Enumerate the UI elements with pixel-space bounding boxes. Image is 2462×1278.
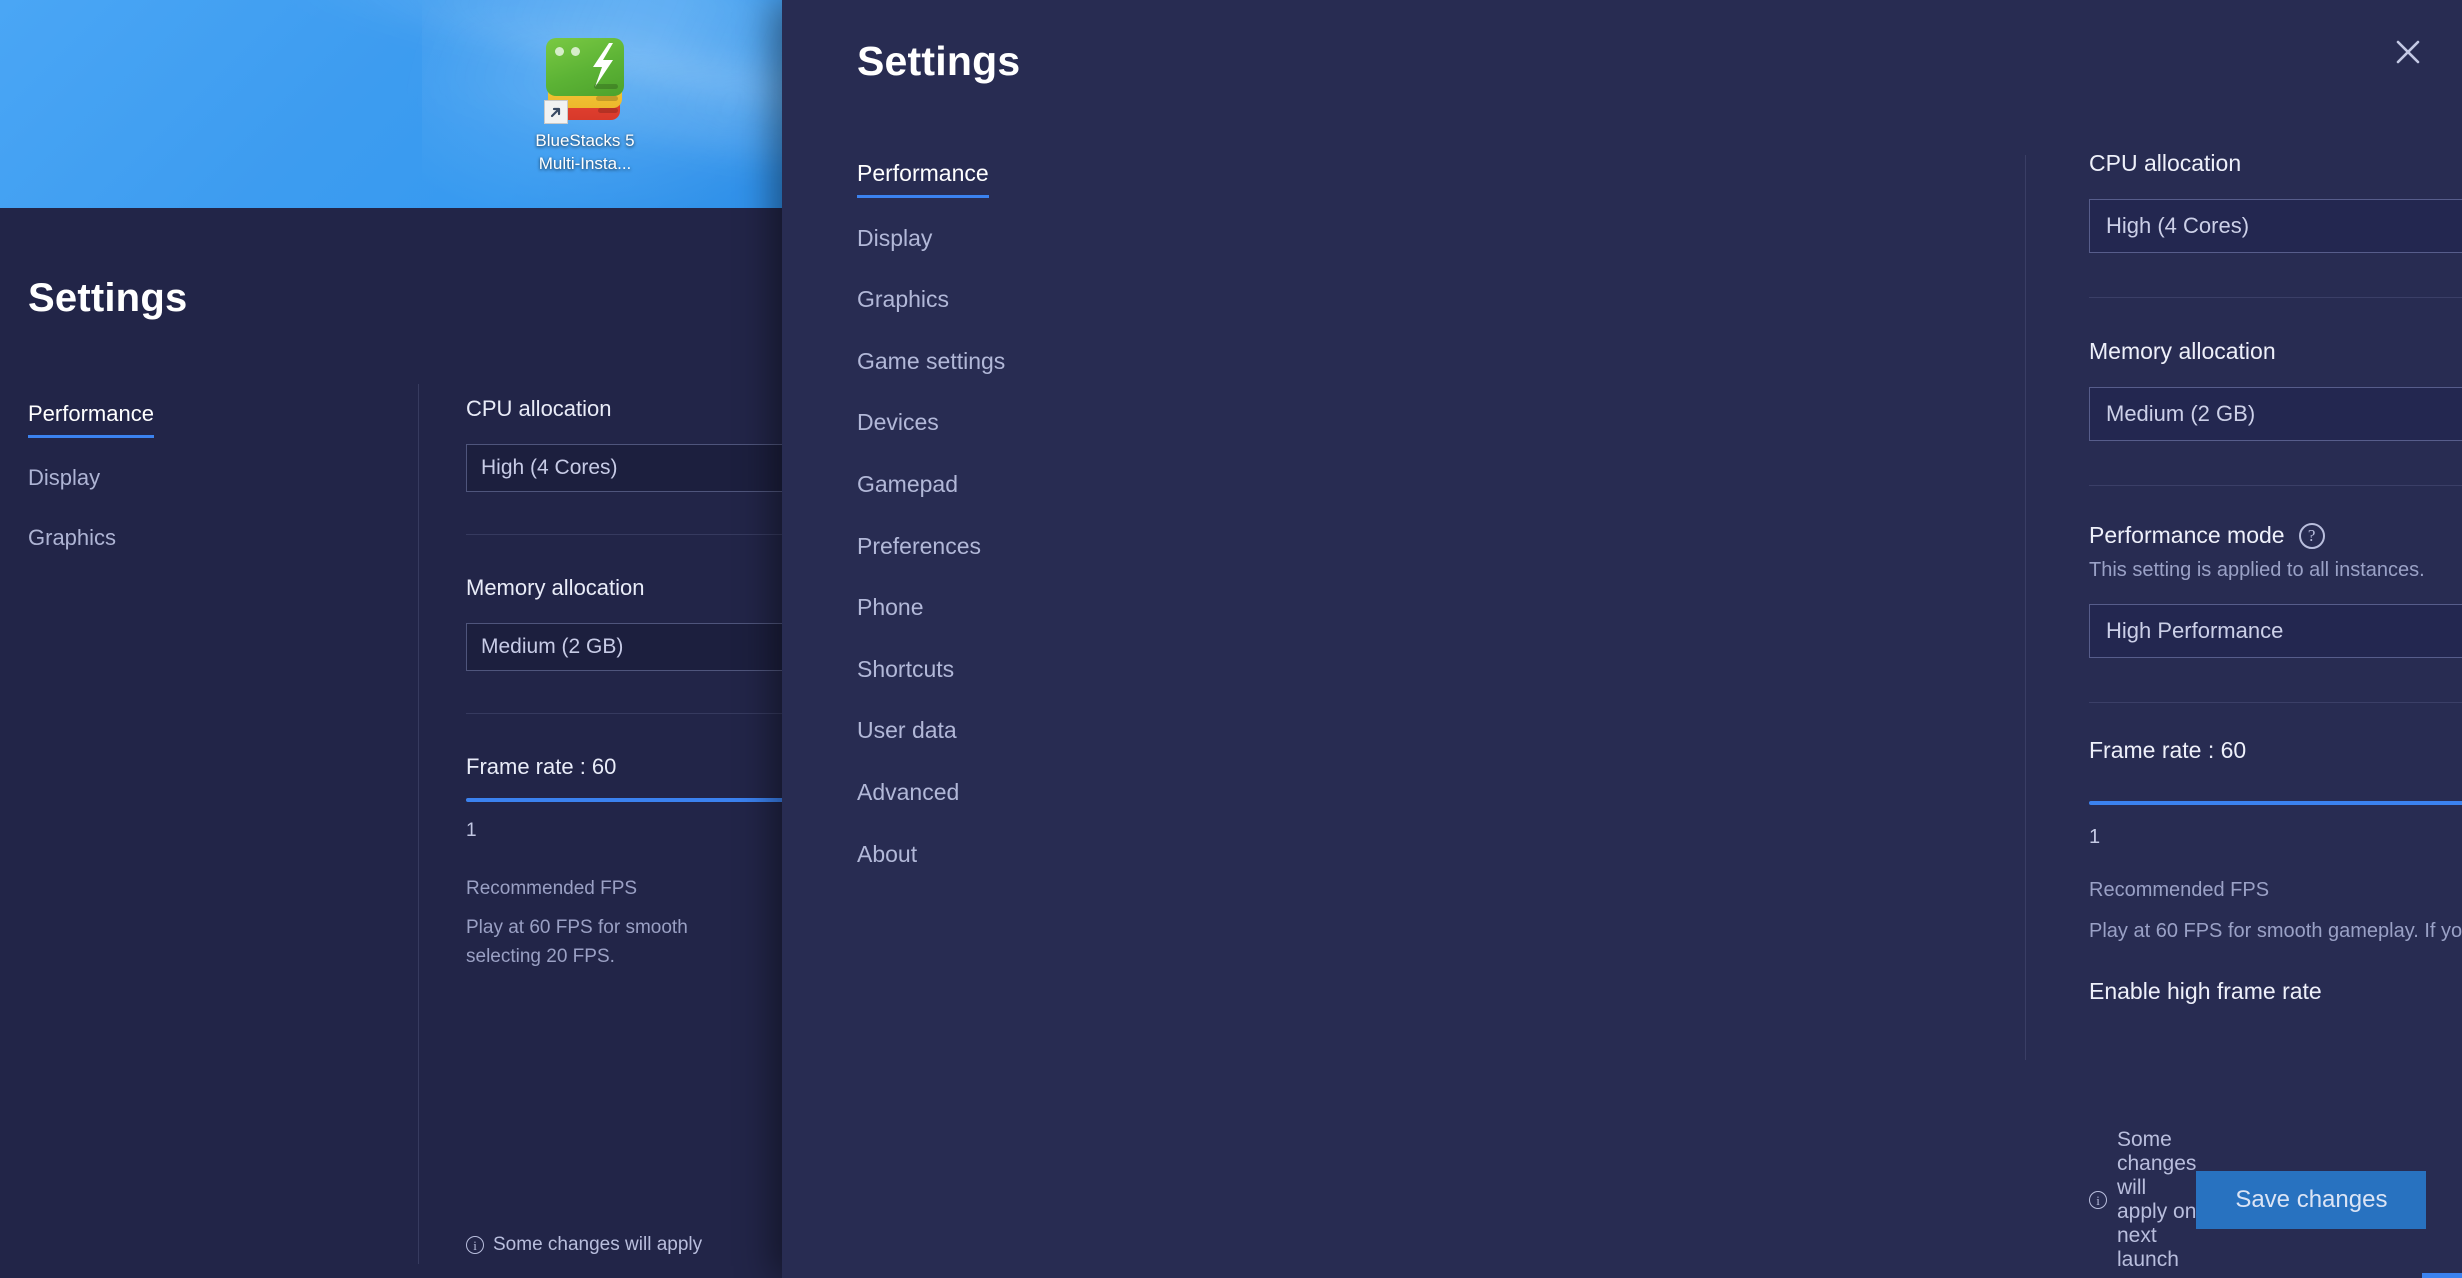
background-recommended-fps-body: Play at 60 FPS for smooth selecting 20 F… bbox=[466, 914, 782, 971]
performance-mode-value: High Performance bbox=[2106, 618, 2283, 644]
rec-body-line1: Play at 60 FPS for smooth bbox=[466, 914, 782, 943]
sidebar-item-label: Performance bbox=[28, 400, 154, 438]
info-icon: i bbox=[2089, 1191, 2107, 1209]
info-icon: i bbox=[466, 1236, 484, 1254]
background-settings-content: CPU allocation High (4 Cores) Memory all… bbox=[466, 396, 782, 971]
background-cpu-value: High (4 Cores) bbox=[481, 456, 618, 480]
desktop-shortcut-label: BlueStacks 5 Multi-Insta... bbox=[500, 130, 670, 176]
memory-allocation-value: Medium (2 GB) bbox=[2106, 401, 2255, 427]
sidebar-item-devices[interactable]: Devices bbox=[857, 409, 1187, 444]
background-sidebar-nav: Performance Display Graphics bbox=[28, 400, 258, 585]
frame-rate-slider-track bbox=[2089, 801, 2462, 805]
sidebar-item-user-data[interactable]: User data bbox=[857, 717, 1187, 752]
bluestacks-stripe bbox=[594, 84, 618, 89]
sidebar-item-game-settings[interactable]: Game settings bbox=[857, 348, 1187, 383]
sidebar-item-advanced[interactable]: Advanced bbox=[857, 779, 1187, 814]
modal-settings-content: CPU allocation High (4 Cores) Memory all… bbox=[2089, 150, 2462, 1005]
background-frame-rate-slider[interactable] bbox=[466, 798, 782, 802]
sidebar-item-graphics[interactable]: Graphics bbox=[28, 524, 258, 585]
sidebar-item-display[interactable]: Display bbox=[28, 464, 258, 525]
sidebar-item-display[interactable]: Display bbox=[857, 225, 1187, 260]
question-mark-icon[interactable]: ? bbox=[2299, 523, 2325, 549]
sidebar-item-label: Phone bbox=[857, 594, 924, 629]
bluestacks-icon bbox=[546, 38, 624, 124]
desktop-wallpaper: BlueStacks 5 Multi-Insta... bbox=[0, 0, 782, 208]
cpu-allocation-value: High (4 Cores) bbox=[2106, 213, 2249, 239]
sidebar-item-label: Game settings bbox=[857, 348, 1005, 383]
background-recommended-fps-title: Recommended FPS bbox=[466, 878, 782, 900]
background-cpu-dropdown[interactable]: High (4 Cores) bbox=[466, 444, 782, 492]
cpu-allocation-dropdown[interactable]: High (4 Cores) bbox=[2089, 199, 2462, 253]
sidebar-item-performance[interactable]: Performance bbox=[28, 400, 258, 464]
sidebar-item-performance[interactable]: Performance bbox=[857, 160, 1187, 198]
background-memory-label: Memory allocation bbox=[466, 575, 782, 601]
performance-mode-label: Performance mode bbox=[2089, 522, 2285, 549]
performance-mode-note: This setting is applied to all instances… bbox=[2089, 559, 2462, 582]
sidebar-item-label: About bbox=[857, 841, 917, 876]
sidebar-item-preferences[interactable]: Preferences bbox=[857, 533, 1187, 568]
sidebar-item-label: User data bbox=[857, 717, 957, 752]
rec-body-line2: selecting 20 FPS. bbox=[466, 943, 782, 972]
shortcut-label-line2: Multi-Insta... bbox=[500, 153, 670, 176]
sidebar-item-label: Graphics bbox=[857, 286, 949, 321]
memory-allocation-dropdown[interactable]: Medium (2 GB) bbox=[2089, 387, 2462, 441]
sidebar-item-graphics[interactable]: Graphics bbox=[857, 286, 1187, 321]
background-memory-value: Medium (2 GB) bbox=[481, 635, 623, 659]
background-memory-dropdown[interactable]: Medium (2 GB) bbox=[466, 623, 782, 671]
background-divider bbox=[466, 713, 782, 714]
sidebar-item-gamepad[interactable]: Gamepad bbox=[857, 471, 1187, 506]
background-frame-rate-min: 1 bbox=[466, 820, 782, 842]
bluestacks-dot bbox=[571, 47, 580, 56]
bottom-accent-bar bbox=[2422, 1273, 2462, 1278]
sidebar-item-label: Shortcuts bbox=[857, 656, 954, 691]
frame-rate-scale: 1 60 bbox=[2089, 826, 2462, 849]
performance-mode-dropdown[interactable]: High Performance bbox=[2089, 604, 2462, 658]
high-frame-rate-label: Enable high frame rate bbox=[2089, 978, 2322, 1005]
sidebar-item-label: Display bbox=[857, 225, 932, 260]
desktop-shortcut-bluestacks[interactable]: BlueStacks 5 Multi-Insta... bbox=[500, 38, 670, 176]
save-changes-button[interactable]: Save changes bbox=[2196, 1171, 2426, 1229]
sidebar-item-label: Performance bbox=[857, 160, 989, 198]
footer-note: i Some changes will apply on next launch bbox=[2089, 1128, 2196, 1272]
sidebar-item-label: Devices bbox=[857, 409, 939, 444]
sidebar-item-label: Advanced bbox=[857, 779, 959, 814]
frame-rate-slider[interactable] bbox=[2089, 786, 2462, 820]
bluestacks-stripe bbox=[598, 108, 618, 113]
sidebar-item-phone[interactable]: Phone bbox=[857, 594, 1187, 629]
shortcut-arrow-icon bbox=[544, 100, 568, 124]
background-divider bbox=[466, 534, 782, 535]
lightning-bolt-icon bbox=[589, 43, 615, 87]
sidebar-item-label: Gamepad bbox=[857, 471, 958, 506]
frame-rate-label: Frame rate : 60 bbox=[2089, 737, 2462, 764]
bluestacks-dot bbox=[555, 47, 564, 56]
shortcut-label-line1: BlueStacks 5 bbox=[500, 130, 670, 153]
background-vertical-divider bbox=[418, 384, 419, 1264]
sidebar-item-label: Display bbox=[28, 464, 100, 499]
background-footer-text: Some changes will apply bbox=[493, 1234, 702, 1256]
modal-page-title: Settings bbox=[857, 38, 1020, 85]
memory-allocation-label: Memory allocation bbox=[2089, 338, 2462, 365]
sidebar-item-shortcuts[interactable]: Shortcuts bbox=[857, 656, 1187, 691]
background-cpu-label: CPU allocation bbox=[466, 396, 782, 422]
sidebar-item-label: Preferences bbox=[857, 533, 981, 568]
high-frame-rate-row: Enable high frame rate bbox=[2089, 978, 2462, 1005]
background-footer-note: i Some changes will apply bbox=[466, 1234, 702, 1256]
footer-note-text: Some changes will apply on next launch bbox=[2117, 1128, 2196, 1272]
modal-sidebar-nav: Performance Display Graphics Game settin… bbox=[857, 160, 1187, 902]
sidebar-item-label: Graphics bbox=[28, 524, 116, 559]
bluestacks-stripe bbox=[596, 96, 618, 101]
frame-rate-min-label: 1 bbox=[2089, 826, 2100, 849]
close-icon[interactable] bbox=[2382, 26, 2434, 78]
recommended-fps-body: Play at 60 FPS for smooth gameplay. If y… bbox=[2089, 916, 2462, 946]
modal-footer: i Some changes will apply on next launch… bbox=[2089, 1128, 2387, 1272]
sidebar-item-about[interactable]: About bbox=[857, 841, 1187, 876]
background-settings-window: Settings Performance Display Graphics CP… bbox=[0, 208, 782, 1278]
recommended-fps-title: Recommended FPS bbox=[2089, 879, 2462, 902]
settings-modal: Settings Performance Display Graphics Ga… bbox=[782, 0, 2462, 1278]
modal-vertical-divider bbox=[2025, 155, 2026, 1060]
cpu-allocation-label: CPU allocation bbox=[2089, 150, 2462, 177]
background-page-title: Settings bbox=[28, 276, 187, 321]
background-frame-rate-label: Frame rate : 60 bbox=[466, 754, 782, 780]
